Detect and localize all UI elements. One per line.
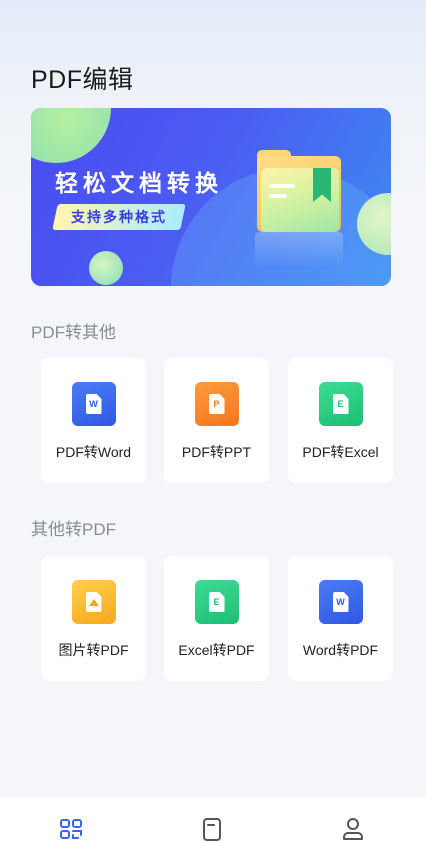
- excel-doc-icon: E: [194, 580, 239, 624]
- tool-card-pdf-to-excel[interactable]: E PDF转Excel: [288, 358, 393, 483]
- section-title-other-to-pdf: 其他转PDF: [31, 520, 116, 539]
- excel-doc-icon: E: [318, 382, 363, 426]
- folder-icon: [257, 150, 341, 232]
- banner-tagline: 支持多种格式: [71, 209, 167, 225]
- page-title: PDF编辑: [31, 66, 134, 94]
- tool-label: PDF转Excel: [302, 444, 379, 460]
- document-icon: [203, 818, 221, 841]
- folder-reflection: [255, 232, 343, 268]
- banner-decoration-bubble: [89, 251, 123, 285]
- image-doc-icon: [71, 580, 116, 624]
- tool-card-image-to-pdf[interactable]: 图片转PDF: [41, 556, 146, 681]
- tool-label: PDF转PPT: [181, 444, 252, 460]
- tools-grid-icon: [60, 819, 82, 839]
- promo-banner[interactable]: 轻松文档转换 支持多种格式: [31, 108, 391, 286]
- nav-tab-documents[interactable]: [199, 817, 225, 841]
- banner-headline: 轻松文档转换: [55, 170, 223, 196]
- section-title-pdf-to-other: PDF转其他: [31, 323, 116, 342]
- tool-card-word-to-pdf[interactable]: W Word转PDF: [288, 556, 393, 681]
- profile-icon: [343, 818, 363, 840]
- tool-label: 图片转PDF: [58, 642, 129, 658]
- nav-tab-profile[interactable]: [340, 817, 366, 841]
- tool-card-pdf-to-word[interactable]: W PDF转Word: [41, 358, 146, 483]
- tool-label: PDF转Word: [55, 444, 132, 460]
- bottom-nav: [0, 797, 426, 842]
- tool-card-excel-to-pdf[interactable]: E Excel转PDF: [164, 556, 269, 681]
- word-doc-icon: W: [71, 382, 116, 426]
- banner-decoration-bubble: [31, 108, 111, 163]
- tool-label: Excel转PDF: [178, 642, 255, 658]
- ppt-doc-icon: P: [194, 382, 239, 426]
- word-doc-icon: W: [318, 580, 363, 624]
- tool-card-pdf-to-ppt[interactable]: P PDF转PPT: [164, 358, 269, 483]
- banner-tagline-badge: 支持多种格式: [52, 204, 186, 230]
- nav-tab-tools[interactable]: [58, 817, 84, 841]
- tool-label: Word转PDF: [302, 642, 379, 658]
